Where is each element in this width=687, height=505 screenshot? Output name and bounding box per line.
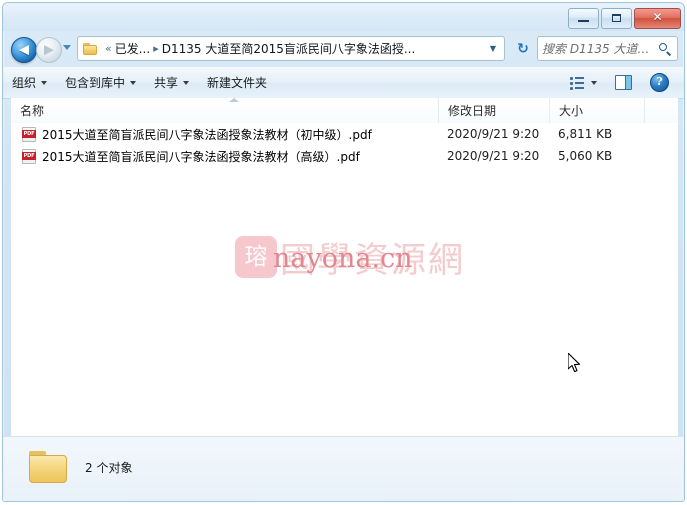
include-in-library-button[interactable]: 包含到库中 [56,72,145,94]
new-folder-button[interactable]: 新建文件夹 [198,72,276,94]
desktop-background: ✕ ◀ ▶ « 已发... ▸ D1135 大道至简2015盲派民间八字象法函授… [0,0,687,505]
file-date-modified: 2020/9/21 9:20 [447,127,540,141]
folder-icon [83,42,98,55]
refresh-icon: ↻ [517,40,529,57]
table-row[interactable]: 2015大道至简盲派民间八字象法函授象法教材（高级）.pdf 2020/9/21… [11,145,678,167]
chevron-down-icon [130,80,137,85]
file-size: 6,811 KB [558,127,613,141]
watermark-site-url: nayona.cn [273,243,413,274]
column-header-date-label: 修改日期 [448,104,497,118]
column-header-size-label: 大小 [559,104,584,118]
breadcrumb-item-1[interactable]: 已发... [115,40,150,57]
watermark-site-name: 國學資源網 [280,241,466,281]
share-button[interactable]: 共享 [145,72,198,94]
address-bar-row: ◀ ▶ « 已发... ▸ D1135 大道至简2015盲派民间八字象法函授..… [3,31,684,67]
site-watermark: 瑢 國學資源網 nayona.cn [235,231,463,286]
close-button[interactable]: ✕ [634,8,681,29]
title-bar: ✕ [3,3,684,31]
recent-locations-caret-icon[interactable] [63,45,71,50]
column-header-size[interactable]: 大小 [549,98,644,123]
chevron-down-icon[interactable]: ▼ [485,44,501,53]
toolbar-right-group: ? [561,72,684,94]
chevron-down-icon [183,80,190,85]
column-header-spacer [644,98,678,123]
window-controls: ✕ [568,8,681,29]
column-header-name-label: 名称 [20,104,45,118]
column-header-name[interactable]: 名称 [11,98,438,123]
refresh-button[interactable]: ↻ [511,36,535,61]
include-in-library-label: 包含到库中 [65,76,126,90]
organize-button[interactable]: 组织 [3,72,56,94]
help-button[interactable]: ? [641,72,678,94]
forward-button[interactable]: ▶ [36,37,62,63]
arrow-left-icon: ◀ [19,42,29,58]
chevron-down-icon [591,80,597,85]
command-toolbar: 组织 包含到库中 共享 新建文件夹 ? [3,67,684,99]
breadcrumb-overflow-icon[interactable]: « [105,42,112,55]
watermark-logo-glyph: 瑢 [244,244,268,270]
maximize-icon [612,14,621,22]
change-view-button[interactable] [561,72,606,94]
close-icon: ✕ [652,10,663,24]
sort-ascending-icon [229,98,239,102]
preview-pane-icon [615,75,632,90]
status-item-count: 2 个对象 [85,461,133,475]
maximize-button[interactable] [601,8,632,29]
breadcrumb-separator-icon: ▸ [153,42,159,55]
help-icon: ? [650,73,669,92]
arrow-right-icon: ▶ [44,42,54,58]
search-input[interactable]: 搜索 D1135 大道至简... [542,40,657,57]
watermark-logo-icon: 瑢 [235,236,277,278]
search-box[interactable]: 搜索 D1135 大道至简... [537,36,678,61]
column-header-date-modified[interactable]: 修改日期 [438,98,549,123]
back-button[interactable]: ◀ [11,37,37,63]
minimize-icon [578,20,589,22]
chevron-down-icon [41,80,48,85]
minimize-button[interactable] [568,8,599,29]
status-bar: 2 个对象 [3,436,684,501]
folder-icon [29,451,69,485]
view-list-icon [570,76,586,90]
pdf-icon [22,148,36,164]
file-size: 5,060 KB [558,149,613,163]
table-row[interactable]: 2015大道至简盲派民间八字象法函授象法教材（初中级）.pdf 2020/9/2… [11,123,678,145]
pdf-icon [22,126,36,142]
search-icon [659,42,673,56]
column-header-row: 名称 修改日期 大小 [11,98,678,124]
preview-pane-button[interactable] [606,72,641,94]
organize-label: 组织 [12,76,37,90]
file-name: 2015大道至简盲派民间八字象法函授象法教材（初中级）.pdf [42,127,372,142]
file-date-modified: 2020/9/21 9:20 [447,149,540,163]
address-bar[interactable]: « 已发... ▸ D1135 大道至简2015盲派民间八字象法函授... ▼ [77,36,505,61]
file-list[interactable]: 2015大道至简盲派民间八字象法函授象法教材（初中级）.pdf 2020/9/2… [11,123,678,437]
breadcrumb-item-2[interactable]: D1135 大道至简2015盲派民间八字象法函授... [162,40,416,57]
explorer-window: ✕ ◀ ▶ « 已发... ▸ D1135 大道至简2015盲派民间八字象法函授… [2,2,685,502]
share-label: 共享 [154,76,179,90]
file-name: 2015大道至简盲派民间八字象法函授象法教材（高级）.pdf [42,149,360,164]
new-folder-label: 新建文件夹 [207,76,268,90]
